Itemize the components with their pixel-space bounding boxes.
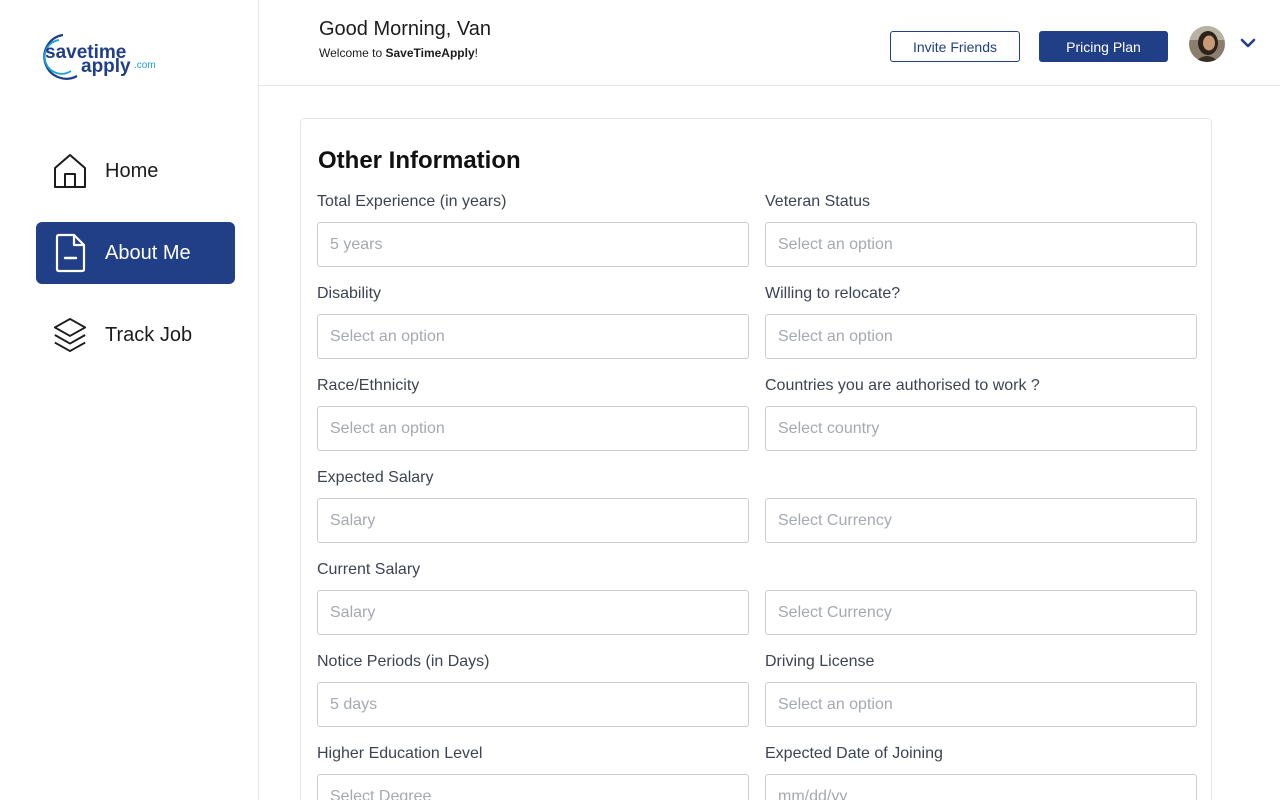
disability-label: Disability xyxy=(317,285,382,302)
notice-period-label: Notice Periods (in Days) xyxy=(317,653,490,670)
driving-license-label: Driving License xyxy=(765,653,875,670)
expected-salary-input[interactable] xyxy=(317,498,749,543)
expected-currency-select[interactable] xyxy=(765,498,1197,543)
sidebar: savetime apply .com Home About Me Track … xyxy=(0,0,259,800)
sidebar-item-label: Home xyxy=(105,159,159,182)
avatar[interactable] xyxy=(1189,26,1225,62)
disability-select[interactable] xyxy=(317,314,749,359)
race-ethnicity-label: Race/Ethnicity xyxy=(317,377,420,394)
sidebar-item-label: Track Job xyxy=(105,323,193,346)
document-icon xyxy=(52,233,88,273)
current-currency-select[interactable] xyxy=(765,590,1197,635)
education-level-select[interactable] xyxy=(317,774,749,800)
sidebar-nav: Home About Me Track Job xyxy=(36,140,235,386)
app-root: savetime apply .com Home About Me Track … xyxy=(0,0,1280,800)
race-ethnicity-select[interactable] xyxy=(317,406,749,451)
total-experience-input[interactable] xyxy=(317,222,749,267)
relocate-label: Willing to relocate? xyxy=(765,285,901,302)
countries-label: Countries you are authorised to work ? xyxy=(765,377,1040,394)
joining-date-input[interactable] xyxy=(765,774,1197,800)
current-salary-input[interactable] xyxy=(317,590,749,635)
welcome-brand: SaveTimeApply xyxy=(385,46,475,60)
home-icon xyxy=(52,151,88,191)
notice-period-input[interactable] xyxy=(317,682,749,727)
joining-date-label: Expected Date of Joining xyxy=(765,745,943,762)
current-salary-label: Current Salary xyxy=(317,561,421,578)
welcome-suffix: ! xyxy=(474,46,478,60)
top-header: Good Morning, Van Welcome to SaveTimeApp… xyxy=(259,0,1280,86)
sidebar-item-track-job[interactable]: Track Job xyxy=(36,304,235,366)
veteran-status-label: Veteran Status xyxy=(765,193,870,210)
total-experience-label: Total Experience (in years) xyxy=(317,193,507,210)
education-level-label: Higher Education Level xyxy=(317,745,483,762)
logo-line2: apply xyxy=(81,56,131,77)
other-information-card: Other Information Total Experience (in y… xyxy=(300,118,1212,800)
veteran-status-select[interactable] xyxy=(765,222,1197,267)
countries-select[interactable] xyxy=(765,406,1197,451)
card-title: Other Information xyxy=(318,147,521,174)
logo-mark-icon: savetime apply .com xyxy=(43,33,156,80)
pricing-plan-button[interactable]: Pricing Plan xyxy=(1039,31,1168,62)
sidebar-item-about-me[interactable]: About Me xyxy=(36,222,235,284)
logo-suffix: .com xyxy=(134,60,156,71)
invite-friends-button[interactable]: Invite Friends xyxy=(890,31,1020,62)
layers-icon xyxy=(52,315,88,355)
welcome-prefix: Welcome to xyxy=(319,46,386,60)
relocate-select[interactable] xyxy=(765,314,1197,359)
brand-logo[interactable]: savetime apply .com xyxy=(33,30,173,84)
greeting-title: Good Morning, Van xyxy=(319,18,491,40)
expected-salary-label: Expected Salary xyxy=(317,469,434,486)
sidebar-item-home[interactable]: Home xyxy=(36,140,235,202)
sidebar-item-label: About Me xyxy=(105,241,191,264)
welcome-text: Welcome to SaveTimeApply! xyxy=(319,46,478,60)
chevron-down-icon[interactable] xyxy=(1239,36,1257,50)
driving-license-select[interactable] xyxy=(765,682,1197,727)
